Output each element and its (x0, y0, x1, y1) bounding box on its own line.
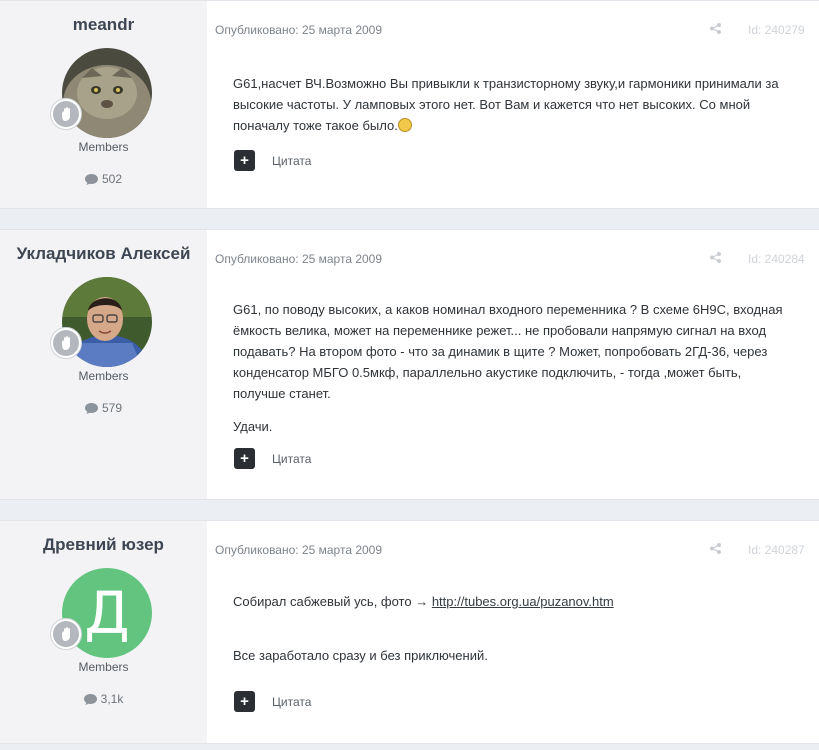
post-paragraph: G61, по поводу высоких, а каков номинал … (233, 302, 783, 401)
comment-icon (84, 174, 98, 185)
post-body: Собирал сабжевый усь, фото → http://tube… (233, 591, 789, 678)
post-content: Опубликовано: 25 марта 2009 Id: 240287 С… (207, 521, 819, 743)
author-panel: Укладчиков Алексей Members 579 (0, 230, 207, 499)
rank-badge-icon (50, 98, 82, 130)
post: Укладчиков Алексей Members 579 Опубликов… (0, 229, 819, 500)
post-body: G61,насчет ВЧ.Возможно Вы привыкли к тра… (233, 73, 789, 148)
avatar[interactable] (50, 48, 152, 138)
post-count: 3,1k (0, 692, 207, 706)
quote-button[interactable]: + Цитата (234, 150, 311, 171)
post-content: Опубликовано: 25 марта 2009 Id: 240279 G… (207, 1, 819, 208)
plus-icon[interactable]: + (234, 448, 255, 469)
post-count-value: 502 (101, 172, 123, 186)
quote-button[interactable]: + Цитата (234, 448, 311, 469)
plus-icon[interactable]: + (234, 150, 255, 171)
comment-icon (84, 403, 98, 414)
author-panel: meandr Members 502 (0, 1, 207, 208)
post-count: 502 (0, 172, 207, 186)
published-date[interactable]: Опубликовано: 25 марта 2009 (215, 23, 382, 37)
post-count-value: 3,1k (100, 692, 124, 706)
avatar-letter-text: Д (84, 579, 130, 647)
author-name[interactable]: meandr (0, 15, 207, 35)
published-date[interactable]: Опубликовано: 25 марта 2009 (215, 252, 382, 266)
laughing-emoji-icon (397, 118, 412, 132)
plus-icon[interactable]: + (234, 691, 255, 712)
post-meta: Опубликовано: 25 марта 2009 Id: 240284 (215, 252, 819, 268)
member-group: Members (78, 140, 129, 154)
share-icon[interactable] (710, 23, 721, 37)
post-meta: Опубликовано: 25 марта 2009 Id: 240287 (215, 543, 819, 559)
quote-label[interactable]: Цитата (272, 452, 311, 466)
post-body: G61, по поводу высоких, а каков номинал … (233, 299, 789, 449)
rank-badge-icon (50, 327, 82, 359)
share-icon[interactable] (710, 252, 721, 266)
quote-button[interactable]: + Цитата (234, 691, 311, 712)
author-panel: Древний юзер Д Members 3,1k (0, 521, 207, 743)
member-group: Members (78, 369, 129, 383)
post-paragraph: Все заработало сразу и без приключений. (233, 648, 488, 663)
post: meandr Members 502 Опубликовано: 25 март… (0, 0, 819, 209)
post-id: Id: 240284 (748, 252, 805, 266)
post-id: Id: 240279 (748, 23, 805, 37)
post-count: 579 (0, 401, 207, 415)
post-id: Id: 240287 (748, 543, 805, 557)
member-group: Members (78, 660, 129, 674)
avatar[interactable]: Д (50, 568, 152, 658)
author-name[interactable]: Укладчиков Алексей (0, 244, 207, 264)
external-link[interactable]: http://tubes.org.ua/puzanov.htm (432, 594, 614, 609)
avatar[interactable] (50, 277, 152, 367)
quote-label[interactable]: Цитата (272, 154, 311, 168)
author-name[interactable]: Древний юзер (0, 535, 207, 555)
post-paragraph: G61,насчет ВЧ.Возможно Вы привыкли к тра… (233, 76, 779, 133)
post-meta: Опубликовано: 25 марта 2009 Id: 240279 (215, 23, 819, 39)
published-date[interactable]: Опубликовано: 25 марта 2009 (215, 543, 382, 557)
share-icon[interactable] (710, 543, 721, 557)
post-count-value: 579 (101, 401, 123, 415)
rank-badge-icon (50, 618, 82, 650)
comment-icon (83, 694, 97, 705)
post-paragraph: Удачи. (233, 419, 273, 434)
post-content: Опубликовано: 25 марта 2009 Id: 240284 G… (207, 230, 819, 499)
post-text: Собирал сабжевый усь, фото → (233, 594, 432, 609)
quote-label[interactable]: Цитата (272, 695, 311, 709)
post: Древний юзер Д Members 3,1k Опубликовано… (0, 520, 819, 744)
